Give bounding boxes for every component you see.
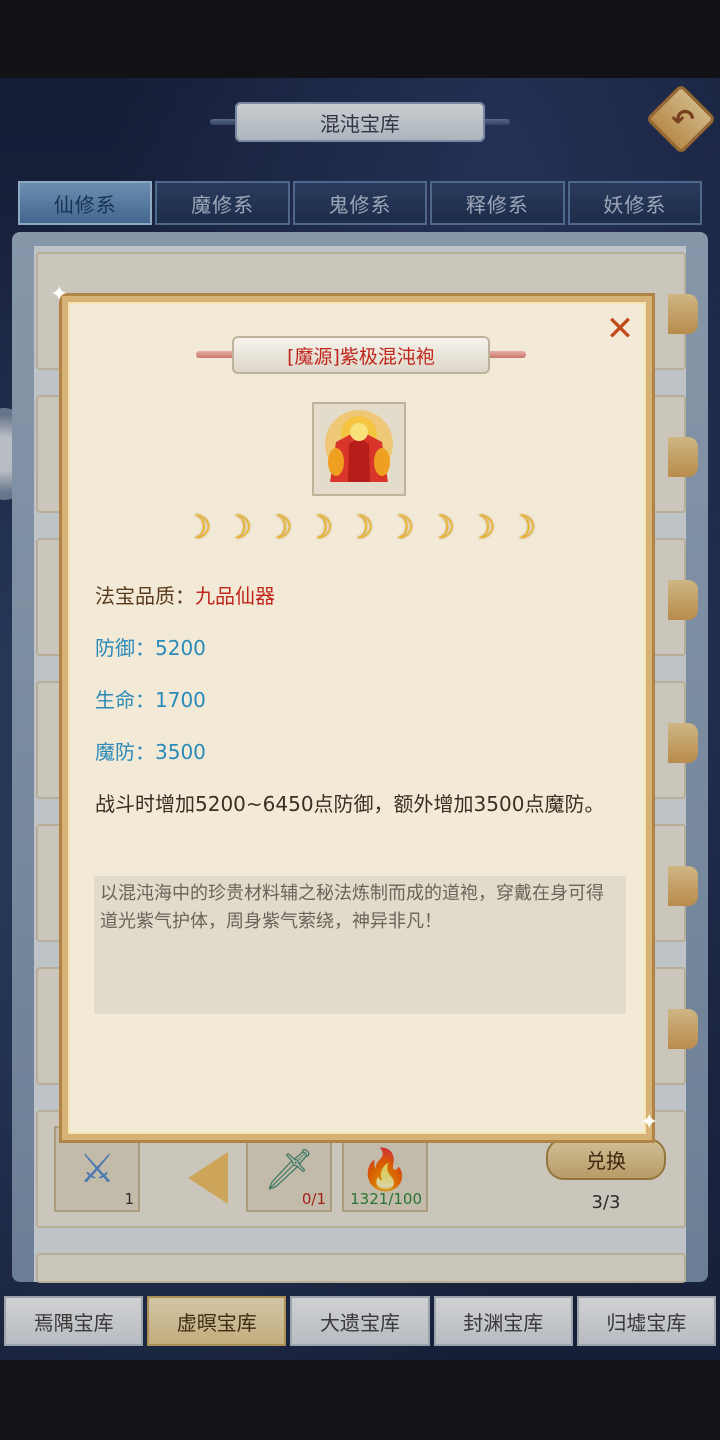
close-button[interactable]: ✕	[600, 309, 640, 349]
moon-star-icon: ☽	[223, 508, 253, 546]
stat-magic-defense: 魔防：3500	[95, 740, 206, 764]
quality-label: 法宝品质：	[95, 584, 195, 608]
item-title-scroll: [魔源]紫极混沌袍	[196, 336, 526, 374]
moon-star-icon: ☽	[385, 508, 415, 546]
stat-hp: 生命：1700	[95, 688, 206, 712]
moon-star-icon: ☽	[264, 508, 293, 546]
item-description: 以混沌海中的珍贵材料辅之秘法炼制而成的道袍，穿戴在身可得道光紫气护体，周身紫气萦…	[94, 876, 626, 1014]
moon-star-icon: ☽	[304, 508, 334, 546]
item-effect: 战斗时增加5200~6450点防御，额外增加3500点魔防。	[95, 792, 605, 816]
bottom-black-bar	[0, 1360, 720, 1440]
quality-value: 九品仙器	[195, 584, 275, 608]
moon-star-icon: ☽	[345, 508, 375, 546]
top-black-bar	[0, 0, 720, 78]
sparkle-icon: ✦	[50, 282, 69, 307]
moon-star-icon: ☽	[182, 508, 212, 546]
moon-star-icon: ☽	[426, 508, 456, 546]
moon-star-icon: ☽	[507, 508, 537, 546]
stat-defense: 防御：5200	[95, 636, 206, 660]
star-rating: ☽ ☽ ☽ ☽ ☽ ☽ ☽ ☽ ☽	[177, 506, 543, 548]
item-name: [魔源]紫极混沌袍	[232, 336, 490, 374]
quality-row: 法宝品质：九品仙器	[95, 580, 275, 609]
robe-icon	[312, 402, 406, 496]
moon-star-icon: ☽	[467, 508, 496, 546]
sparkle-icon: ✦	[640, 1110, 659, 1135]
